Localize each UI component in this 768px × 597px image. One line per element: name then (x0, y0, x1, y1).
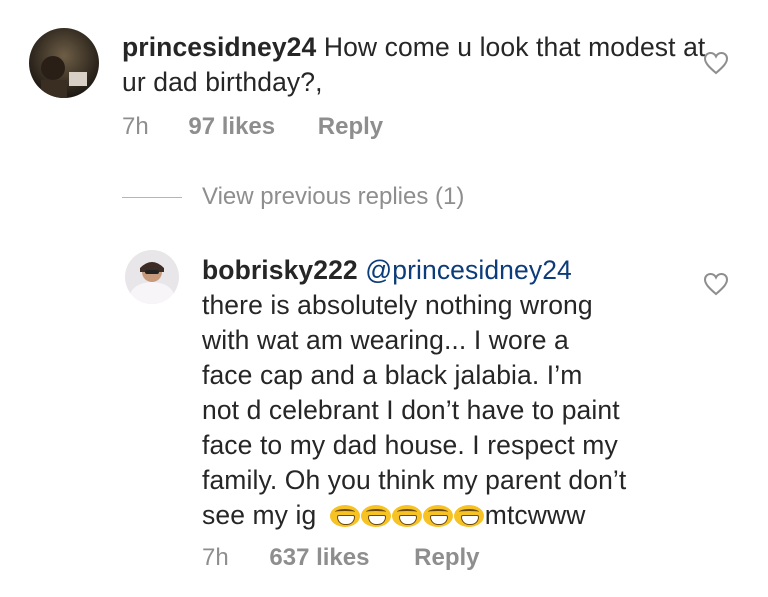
reply-line: not d celebrant I don’t have to paint (202, 395, 620, 425)
grinning-squint-emoji-icon (391, 505, 422, 527)
profile-photo-icon (125, 250, 179, 304)
comment-reply-button[interactable]: Reply (318, 113, 383, 141)
view-previous-replies[interactable]: View previous replies (1) (122, 182, 464, 212)
profile-photo-icon (29, 28, 99, 98)
heart-icon (703, 51, 729, 75)
comment-likes[interactable]: 97 likes (188, 113, 275, 141)
reply-line: with wat am wearing... I wore a (202, 325, 569, 355)
reply-text: bobrisky222 @princesidney24 there is abs… (202, 253, 722, 533)
grinning-squint-emoji-icon (360, 505, 391, 527)
reply-mention[interactable]: @princesidney24 (365, 255, 572, 285)
reply-line: there is absolutely nothing wrong (202, 290, 593, 320)
comment-username[interactable]: princesidney24 (122, 32, 316, 62)
comment-time: 7h (122, 113, 149, 140)
reply-line-start: see my ig (202, 500, 317, 530)
emoji-group (329, 500, 485, 530)
reply-meta: 7h 637 likes Reply (202, 544, 480, 572)
grinning-squint-emoji-icon (329, 505, 360, 527)
heart-icon (703, 272, 729, 296)
avatar-bobrisky222[interactable] (125, 250, 179, 304)
reply-likes[interactable]: 637 likes (269, 544, 369, 572)
divider-line (122, 196, 182, 198)
reply-reply-button[interactable]: Reply (414, 544, 479, 572)
reply-line: family. Oh you think my parent don’t (202, 465, 627, 495)
reply-line: face cap and a black jalabia. I’m (202, 360, 583, 390)
view-previous-replies-label: View previous replies (1) (202, 183, 465, 210)
reply-line-end: mtcwww (484, 500, 586, 530)
comment-text: princesidney24 How come u look that mode… (122, 30, 722, 100)
reply-time: 7h (202, 544, 229, 571)
like-comment-button[interactable] (703, 51, 729, 75)
reply-line-last: see my ig mtcwww (202, 498, 722, 533)
like-reply-button[interactable] (703, 272, 729, 296)
reply-username[interactable]: bobrisky222 (202, 255, 358, 285)
reply-line-1: bobrisky222 @princesidney24 (202, 253, 722, 288)
grinning-squint-emoji-icon (453, 505, 484, 527)
avatar-princesidney24[interactable] (29, 28, 99, 98)
comment-meta: 7h 97 likes Reply (122, 113, 383, 141)
grinning-squint-emoji-icon (422, 505, 453, 527)
reply-line: face to my dad house. I respect my (202, 430, 618, 460)
